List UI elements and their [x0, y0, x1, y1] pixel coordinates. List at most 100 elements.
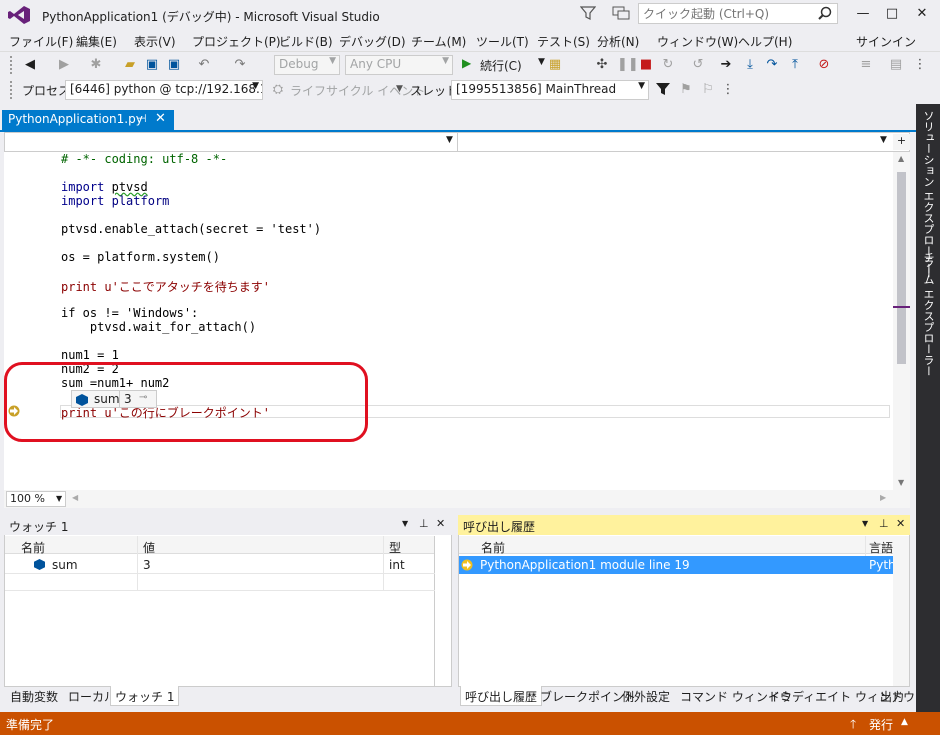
editor-vertical-scrollbar[interactable]: ▲ ▼ — [893, 152, 910, 490]
comment-icon[interactable]: ≡ — [858, 57, 874, 73]
zoom-select[interactable]: 100 % ▼ — [6, 491, 66, 507]
watch-col-name[interactable]: 名前 — [21, 539, 45, 556]
chevron-down-icon: ▼ — [56, 494, 63, 503]
find-in-files-icon[interactable]: ▦ — [547, 57, 563, 73]
open-file-icon[interactable]: ▰ — [122, 57, 138, 73]
process-select[interactable]: [6446] python @ tcp://192.168.11.8▼ — [65, 80, 263, 100]
quick-launch-input[interactable] — [638, 3, 838, 24]
menu-analyze[interactable]: 分析(N) — [597, 33, 639, 50]
close-icon[interactable]: ✕ — [896, 517, 905, 530]
continue-label: 続行(C) — [480, 59, 522, 73]
breakpoints-icon[interactable]: ⊘ — [816, 57, 832, 73]
save-icon[interactable]: ▣ — [144, 57, 160, 73]
code-text: import — [61, 194, 105, 208]
menu-help[interactable]: ヘルプ(H) — [738, 33, 792, 50]
solution-platform-select[interactable]: Any CPU ▼ — [345, 55, 453, 75]
filter-icon[interactable] — [580, 5, 596, 21]
chevron-down-icon[interactable]: ▼ — [862, 519, 868, 528]
type-dropdown[interactable]: ▼ — [4, 132, 458, 152]
menu-build[interactable]: ビルド(B) — [279, 33, 333, 50]
pin-icon[interactable]: ⊥ — [879, 517, 889, 530]
unflag-thread-icon[interactable]: ⚐ — [700, 82, 716, 98]
toolbar-overflow-icon[interactable]: ⋮ — [912, 57, 928, 73]
close-icon[interactable]: ✕ — [436, 517, 445, 530]
tab-pythonapplication1-py[interactable]: PythonApplication1.py — [2, 110, 174, 130]
scroll-up-icon[interactable]: ▲ — [898, 154, 904, 163]
chevron-down-icon[interactable]: ▼ — [396, 84, 403, 94]
menu-file[interactable]: ファイル(F) — [9, 33, 73, 50]
chevron-up-icon[interactable]: ▲ — [901, 717, 908, 727]
tab-watch-1[interactable]: ウォッチ 1 — [110, 686, 180, 706]
step-out-icon[interactable]: ⤒ — [787, 57, 803, 73]
menu-team[interactable]: チーム(M) — [411, 33, 466, 50]
split-window-icon[interactable]: + — [893, 134, 910, 150]
pin-icon[interactable]: ⊣ — [137, 112, 147, 125]
undo-icon[interactable]: ↶ — [196, 57, 212, 73]
new-project-icon[interactable]: ✱ — [88, 57, 104, 73]
tab-autos[interactable]: 自動変数 — [6, 686, 62, 706]
restart-icon[interactable]: ↻ — [660, 57, 676, 73]
chevron-down-icon[interactable]: ▼ — [402, 519, 408, 528]
menu-view[interactable]: 表示(V) — [134, 33, 176, 50]
chevron-down-icon: ▼ — [638, 81, 645, 91]
search-icon[interactable] — [818, 6, 832, 20]
thread-filter-icon[interactable] — [656, 82, 670, 96]
lifecycle-events-icon[interactable]: ⛭ — [270, 82, 286, 98]
watch-col-type[interactable]: 型 — [389, 539, 401, 556]
call-stack-col-language[interactable]: 言語 — [869, 539, 893, 556]
table-row[interactable]: sum 3 int — [5, 556, 435, 573]
step-into-icon[interactable]: ⤓ — [742, 57, 758, 73]
toolbar-overflow-icon[interactable]: ⋮ — [720, 82, 736, 98]
forward-icon[interactable]: ▶ — [56, 57, 72, 73]
pin-icon[interactable]: ⊥ — [419, 517, 429, 530]
watch-col-value[interactable]: 値 — [143, 539, 155, 556]
solution-configuration-select[interactable]: Debug ▼ — [274, 55, 340, 75]
close-tab-icon[interactable]: ✕ — [155, 111, 166, 126]
bookmark-icon[interactable]: ▤ — [888, 57, 904, 73]
table-row[interactable]: PythonApplication1 module line 19 Pyth — [459, 556, 896, 574]
scroll-down-icon[interactable]: ▼ — [898, 478, 904, 487]
redo-icon[interactable]: ↷ — [232, 57, 248, 73]
tab-output[interactable]: 出力 — [876, 686, 908, 706]
hot-reload-icon[interactable]: ↺ — [690, 57, 706, 73]
save-all-icon[interactable]: ▣ — [166, 57, 182, 73]
feedback-icon[interactable] — [612, 5, 630, 21]
back-icon[interactable]: ◀ — [22, 57, 38, 73]
call-stack-scrollbar[interactable] — [893, 536, 909, 686]
break-all-icon[interactable]: ❚❚ — [617, 57, 639, 73]
stop-icon[interactable]: ■ — [638, 57, 654, 73]
maximize-button[interactable]: □ — [880, 4, 904, 24]
menu-project[interactable]: プロジェクト(P) — [192, 33, 281, 50]
call-stack-col-name[interactable]: 名前 — [481, 539, 505, 556]
member-dropdown[interactable]: ▼ — [458, 132, 893, 152]
publish-button[interactable]: 発行 — [869, 716, 893, 733]
toolbar-grip[interactable] — [10, 81, 14, 99]
tab-exception-settings[interactable]: 例外設定 — [618, 686, 674, 706]
continue-button[interactable]: ▶ 続行(C) ▼ — [462, 56, 545, 74]
scroll-thumb[interactable] — [897, 172, 906, 364]
attach-icon[interactable]: ✣ — [594, 57, 610, 73]
toolbar-grip[interactable] — [10, 56, 14, 74]
close-button[interactable]: ✕ — [910, 4, 934, 24]
minimize-button[interactable]: — — [851, 4, 875, 24]
menu-test[interactable]: テスト(S) — [537, 33, 590, 50]
menu-window[interactable]: ウィンドウ(W) — [657, 33, 738, 50]
show-next-statement-icon[interactable]: ➔ — [718, 57, 734, 73]
chevron-down-icon: ▼ — [446, 135, 453, 145]
menu-tools[interactable]: ツール(T) — [476, 33, 529, 50]
lifecycle-events-label[interactable]: ライフサイクル イベント — [290, 82, 425, 99]
thread-select[interactable]: [1995513856] MainThread ▼ — [451, 80, 649, 100]
scroll-left-icon[interactable]: ◀ — [72, 493, 78, 502]
team-explorer-tab[interactable]: チーム エクスプローラー — [920, 252, 936, 377]
sign-in-link[interactable]: サインイン — [856, 33, 916, 50]
editor-horizontal-scrollbar[interactable]: ◀ ▶ — [4, 490, 910, 508]
menu-debug[interactable]: デバッグ(D) — [339, 33, 406, 50]
step-over-icon[interactable]: ↷ — [764, 57, 780, 73]
solution-platform-value: Any CPU — [350, 57, 402, 71]
scroll-right-icon[interactable]: ▶ — [880, 493, 886, 502]
code-line-9: num1 = 1 — [61, 348, 119, 362]
tab-call-stack[interactable]: 呼び出し履歴 — [460, 686, 543, 706]
visual-studio-logo-icon — [8, 6, 30, 24]
flag-thread-icon[interactable]: ⚑ — [678, 82, 694, 98]
menu-edit[interactable]: 編集(E) — [76, 33, 117, 50]
